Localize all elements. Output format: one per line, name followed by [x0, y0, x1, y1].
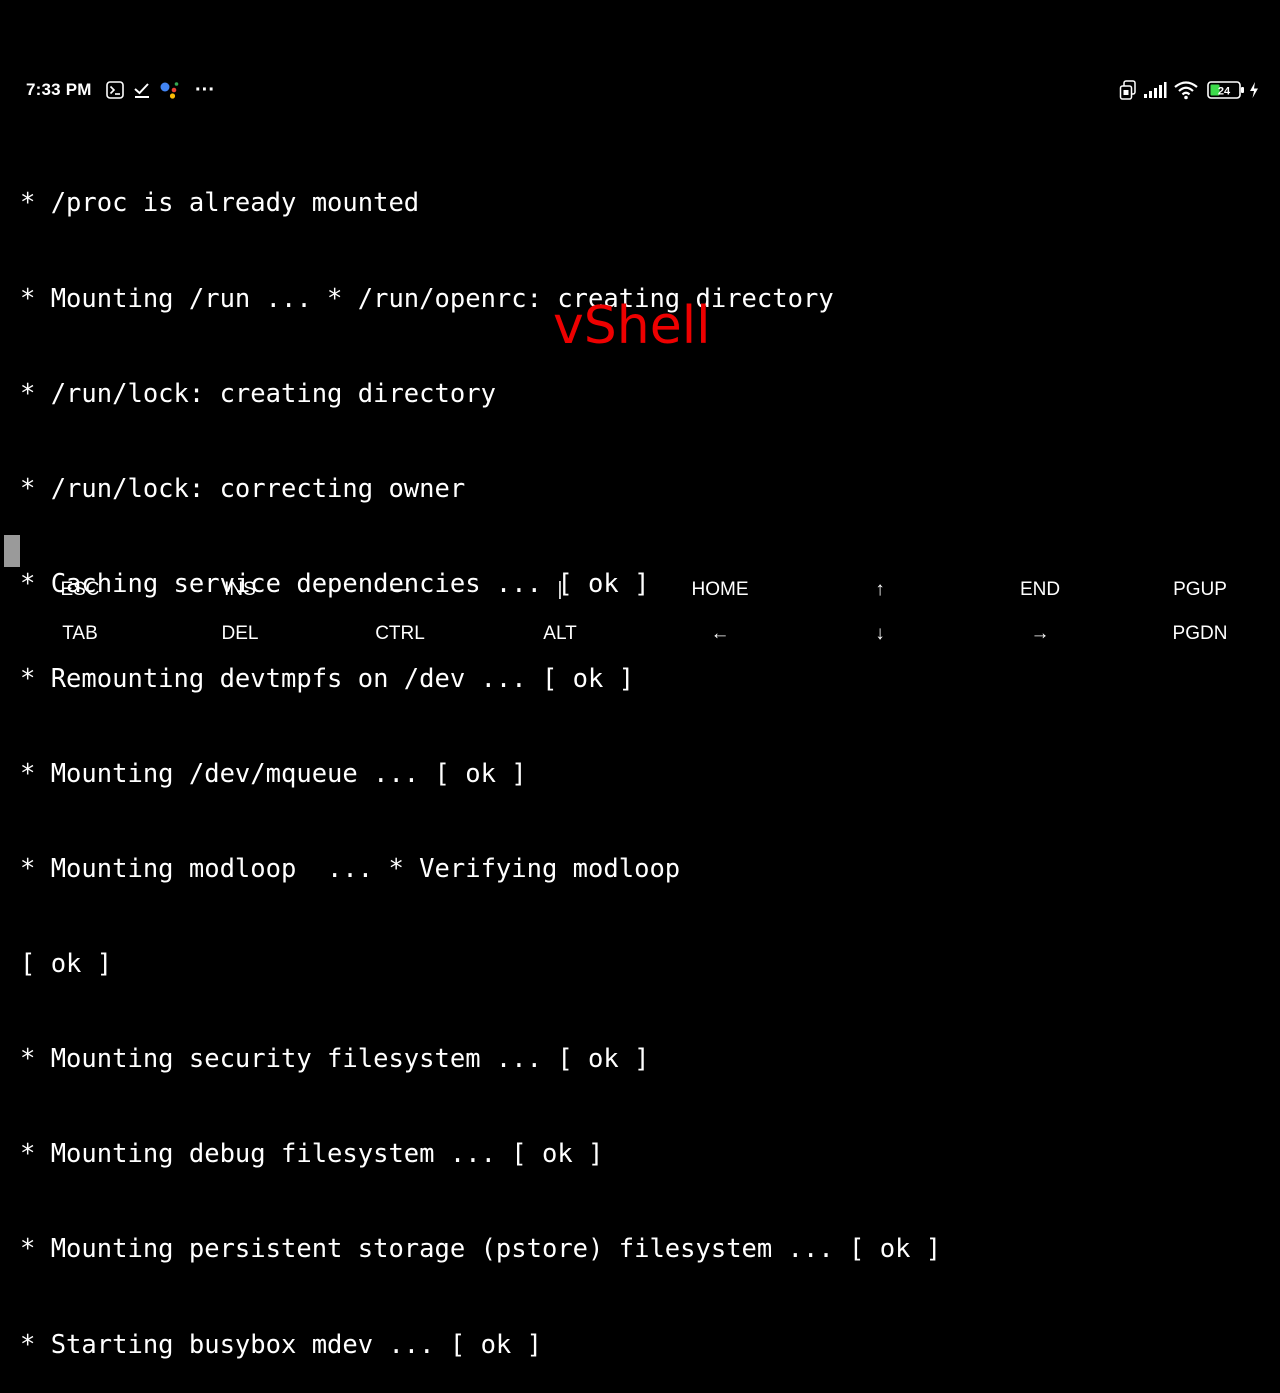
key-tab[interactable]: TAB — [0, 612, 160, 656]
charging-icon — [1248, 78, 1260, 102]
terminal-line: * Mounting modloop ... * Verifying modlo… — [20, 854, 681, 885]
terminal-icon — [105, 78, 125, 102]
key-left-arrow[interactable]: ← — [640, 612, 800, 656]
key-up-arrow[interactable]: ↑ — [800, 568, 960, 612]
key-ins[interactable]: INS — [160, 568, 320, 612]
key-home[interactable]: HOME — [640, 568, 800, 612]
terminal-line: * Mounting security filesystem ... [ ok … — [20, 1044, 650, 1075]
key-del[interactable]: DEL — [160, 612, 320, 656]
terminal-cursor — [4, 535, 20, 567]
signal-icon — [1142, 78, 1168, 102]
key-right-arrow[interactable]: → — [960, 612, 1120, 656]
more-icon: ··· — [195, 78, 215, 101]
key-end[interactable]: END — [960, 568, 1120, 612]
check-icon — [133, 78, 151, 102]
key-alt[interactable]: ALT — [480, 612, 640, 656]
extra-keys-bar: ESC INS — | HOME ↑ END PGUP TAB DEL CTRL… — [0, 568, 1280, 656]
status-bar: 7:33 PM ··· 24 — [0, 72, 1280, 108]
terminal-line: * Mounting persistent storage (pstore) f… — [20, 1234, 942, 1265]
battery-icon: 24 — [1206, 78, 1246, 102]
key-dash[interactable]: — — [320, 568, 480, 612]
extra-keys-row: TAB DEL CTRL ALT ← ↓ → PGDN — [0, 612, 1280, 656]
extra-keys-row: ESC INS — | HOME ↑ END PGUP — [0, 568, 1280, 612]
key-down-arrow[interactable]: ↓ — [800, 612, 960, 656]
terminal-line: * Starting busybox mdev ... [ ok ] — [20, 1329, 542, 1360]
terminal-line: * Mounting /dev/mqueue ... [ ok ] — [20, 758, 527, 789]
clock: 7:33 PM — [26, 80, 92, 99]
watermark-logo: vShell — [553, 296, 711, 356]
terminal-line: * /run/lock: creating directory — [20, 378, 496, 409]
terminal-line: * /proc is already mounted — [20, 188, 420, 219]
terminal-line: * Remounting devtmpfs on /dev ... [ ok ] — [20, 663, 635, 694]
terminal-line: [ ok ] — [20, 949, 113, 980]
key-pgdn[interactable]: PGDN — [1120, 612, 1280, 656]
assistant-icon — [158, 78, 180, 102]
wifi-icon — [1173, 78, 1199, 102]
battery-level-text: 24 — [1218, 86, 1231, 98]
terminal-line: * /run/lock: correcting owner — [20, 473, 466, 504]
sim-icon — [1118, 78, 1138, 102]
key-ctrl[interactable]: CTRL — [320, 612, 480, 656]
key-pgup[interactable]: PGUP — [1120, 568, 1280, 612]
key-pipe[interactable]: | — [480, 568, 640, 612]
terminal-line: * Mounting debug filesystem ... [ ok ] — [20, 1139, 604, 1170]
key-esc[interactable]: ESC — [0, 568, 160, 612]
